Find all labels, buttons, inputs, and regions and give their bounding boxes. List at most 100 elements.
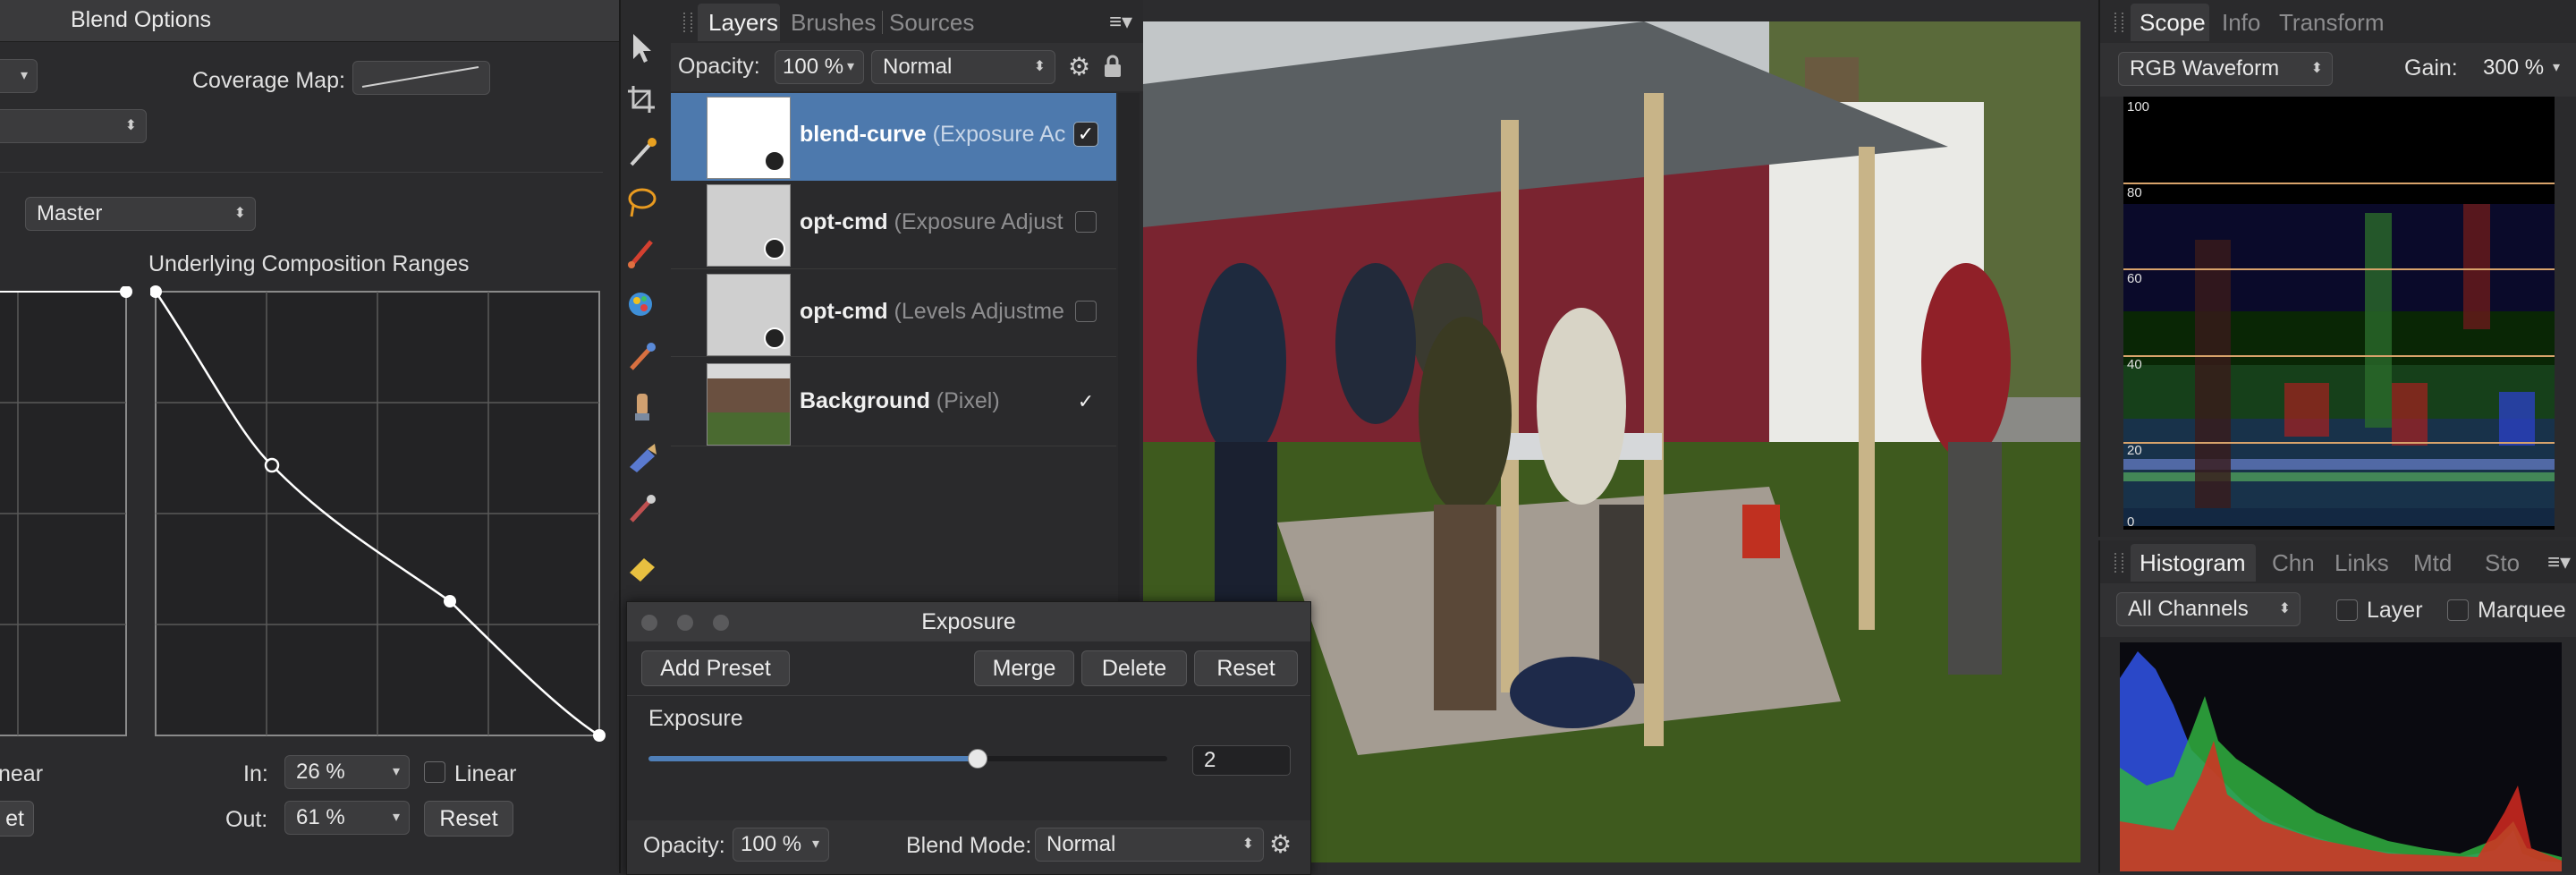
blend-options-title: Blend Options: [70, 7, 212, 32]
layers-blend-dropdown[interactable]: Normal ⬍: [871, 50, 1055, 84]
out-value: 61 %: [296, 805, 345, 829]
color-picker-icon[interactable]: [624, 286, 660, 322]
gear-icon[interactable]: ⚙: [1269, 829, 1292, 859]
adjustment-badge-icon: [764, 327, 785, 349]
histogram-panel: Histogram Chn Links Mtd Sto ≡▾ All Chann…: [2098, 540, 2576, 873]
delete-button[interactable]: Delete: [1081, 650, 1187, 686]
layers-scrollbar[interactable]: [1118, 93, 1140, 608]
layer-name: opt-cmd: [800, 299, 888, 324]
exposure-slider-thumb[interactable]: [968, 749, 988, 769]
add-preset-button[interactable]: Add Preset: [641, 650, 790, 686]
blend-mode-dropdown[interactable]: Normal ⬍: [1035, 828, 1264, 862]
linear-checkbox[interactable]: [424, 761, 445, 783]
layer-visibility-checkbox[interactable]: [1075, 301, 1097, 322]
reset-button[interactable]: Reset: [1194, 650, 1298, 686]
tab-channels[interactable]: Chn: [2272, 549, 2315, 577]
tab-stock[interactable]: Sto: [2485, 549, 2520, 577]
stepper-icon: ⬍: [2278, 601, 2291, 616]
merge-label: Merge: [992, 656, 1056, 681]
panel-menu-icon[interactable]: ≡▾: [2547, 549, 2571, 575]
gamma-dropdown-clipped[interactable]: ⬍: [0, 109, 147, 143]
exposure-opacity-dropdown[interactable]: 100 % ▾: [733, 828, 829, 862]
layers-opacity-dropdown[interactable]: 100 % ▾: [775, 50, 864, 84]
layer-visibility-checkbox[interactable]: ✓: [1073, 390, 1098, 415]
layer-visibility-checkbox[interactable]: [1075, 211, 1097, 233]
retouch-brush-icon[interactable]: [624, 338, 660, 374]
reset-button[interactable]: Reset: [424, 801, 513, 837]
layer-name: opt-cmd: [800, 209, 888, 234]
reset-label: Reset: [439, 806, 498, 831]
clone-brush-icon[interactable]: [624, 388, 660, 424]
selection-brush-icon[interactable]: [624, 134, 660, 170]
layer-label: blend-curve (Exposure Ac: [800, 122, 1109, 148]
layer-visibility-checkbox[interactable]: ✓: [1073, 122, 1098, 147]
eraser-tool-icon[interactable]: [624, 549, 660, 585]
layer-name: blend-curve: [800, 122, 927, 147]
panel-grip-icon[interactable]: [2114, 553, 2123, 573]
blend-mode-dropdown-clipped[interactable]: ▾: [0, 59, 38, 93]
underlying-ranges-label: Underlying Composition Ranges: [148, 251, 470, 276]
smudge-brush-icon[interactable]: [624, 440, 660, 476]
dodge-brush-icon[interactable]: [624, 490, 660, 526]
exposure-value-field[interactable]: 2: [1192, 745, 1291, 776]
layer-detail: (Exposure Adjust: [887, 209, 1063, 234]
exposure-value: 2: [1204, 748, 1216, 772]
source-ranges-graph[interactable]: [0, 286, 132, 743]
tab-info[interactable]: Info: [2222, 9, 2260, 37]
marquee-checkbox[interactable]: [2447, 599, 2469, 621]
out-value-dropdown[interactable]: 61 % ▾: [284, 801, 410, 835]
layers-opacity-value: 100 %: [783, 55, 844, 79]
gain-label: Gain:: [2404, 55, 2458, 81]
gear-icon[interactable]: ⚙: [1068, 52, 1090, 81]
stepper-icon: ⬍: [233, 206, 246, 221]
scope-mode-dropdown[interactable]: RGB Waveform ⬍: [2118, 52, 2333, 86]
layer-label: Layer: [2367, 598, 2423, 623]
crop-tool-icon[interactable]: [624, 82, 660, 118]
panel-menu-icon[interactable]: ≡▾: [1109, 9, 1132, 35]
layer-detail: (Exposure Ac: [926, 122, 1066, 147]
tab-scope[interactable]: Scope: [2140, 9, 2206, 37]
in-value-dropdown[interactable]: 26 % ▾: [284, 755, 410, 789]
tab-layers[interactable]: Layers: [708, 9, 778, 37]
tab-metadata[interactable]: Mtd: [2413, 549, 2452, 577]
paint-brush-icon[interactable]: [624, 234, 660, 270]
adjustment-badge-icon: [764, 150, 785, 172]
lock-icon[interactable]: [1102, 54, 1123, 81]
scale-40: 40: [2127, 357, 2142, 372]
in-value: 26 %: [296, 760, 345, 784]
panel-grip-icon[interactable]: [2114, 13, 2123, 32]
tab-transform[interactable]: Transform: [2279, 9, 2385, 37]
histogram-channel-value: All Channels: [2128, 597, 2249, 621]
exposure-dialog: Exposure Add Preset Merge Delete Reset E…: [626, 601, 1311, 875]
tab-sources[interactable]: Sources: [889, 9, 974, 37]
underlying-ranges-graph[interactable]: [150, 283, 606, 744]
coverage-map-button[interactable]: [352, 61, 490, 95]
exposure-title: Exposure: [921, 609, 1016, 634]
histogram-channel-dropdown[interactable]: All Channels ⬍: [2116, 592, 2301, 626]
scale-60: 60: [2127, 271, 2142, 286]
merge-button[interactable]: Merge: [974, 650, 1074, 686]
exposure-param-label: Exposure: [648, 706, 743, 731]
panel-grip-icon[interactable]: [683, 13, 692, 32]
layer-checkbox[interactable]: [2336, 599, 2358, 621]
chevron-down-icon: ▾: [392, 810, 400, 825]
chevron-down-icon: ▾: [811, 837, 819, 852]
layer-name: Background: [800, 388, 930, 413]
blend-mode-value: Normal: [1046, 832, 1116, 856]
scope-mode-value: RGB Waveform: [2130, 56, 2280, 81]
tab-links[interactable]: Links: [2334, 549, 2389, 577]
tab-histogram[interactable]: Histogram: [2140, 549, 2245, 577]
source-reset-label: et: [5, 806, 24, 831]
marquee-label: Marquee: [2478, 598, 2566, 623]
move-tool-icon[interactable]: [624, 30, 660, 66]
gain-dropdown[interactable]: 300 % ▾: [2472, 52, 2569, 86]
stepper-icon: ⬍: [2310, 61, 2323, 76]
divider: [0, 172, 603, 173]
channel-dropdown[interactable]: Master ⬍: [25, 197, 256, 231]
lasso-tool-icon[interactable]: [624, 184, 660, 220]
chevron-down-icon: ▾: [2552, 60, 2560, 75]
tab-brushes[interactable]: Brushes: [791, 9, 876, 37]
source-reset-button[interactable]: et: [0, 801, 34, 837]
reset-label: Reset: [1216, 656, 1275, 681]
exposure-opacity-value: 100 %: [741, 832, 802, 856]
